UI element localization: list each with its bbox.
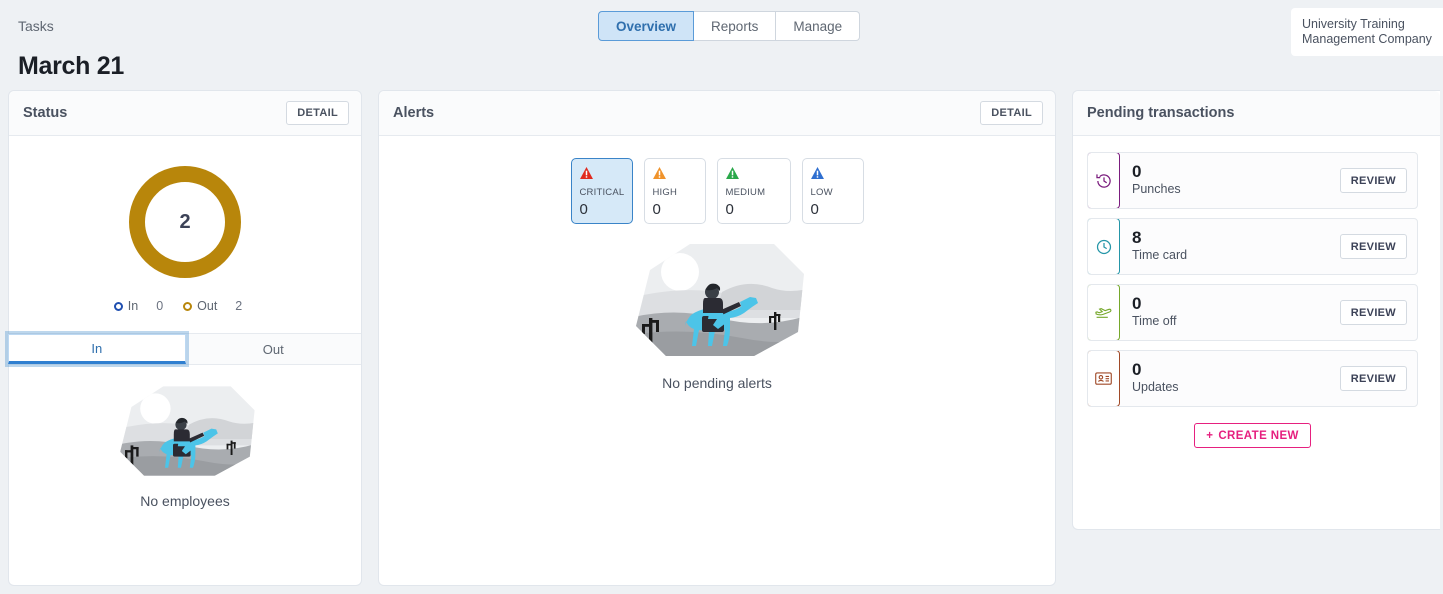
timeoff-text: 0 Time off (1120, 285, 1340, 340)
donut-center-value: 2 (179, 210, 191, 233)
legend-value-in: 0 (156, 299, 164, 313)
create-new-wrapper: + CREATE NEW (1087, 423, 1418, 448)
timeoff-review-button[interactable]: REVIEW (1339, 300, 1407, 325)
status-card-body: 2 In 0 Out 2 In Out No employees (8, 136, 362, 585)
legend-value-out: 2 (235, 299, 243, 313)
legend-dot-in-icon (113, 301, 123, 311)
severity-medium[interactable]: MEDIUM 0 (716, 158, 791, 224)
severity-low-count: 0 (810, 201, 819, 218)
alerts-card: Alerts DETAIL CRITICAL 0 HIGH 0 MEDIUM 0… (378, 90, 1056, 586)
severity-high-label: HIGH (652, 187, 678, 198)
dashboard-cards: Status DETAIL 2 In 0 Out 2 In Out No emp… (0, 90, 1443, 586)
alerts-card-body: CRITICAL 0 HIGH 0 MEDIUM 0 LOW 0 No pend… (379, 136, 1055, 585)
alerts-card-title: Alerts (393, 105, 435, 121)
updates-count: 0 (1132, 360, 1142, 379)
create-new-button[interactable]: + CREATE NEW (1194, 423, 1311, 448)
table-row[interactable]: 0 Time off REVIEW (1087, 284, 1418, 341)
legend-item-in: In (113, 299, 139, 313)
timecard-count: 8 (1132, 228, 1142, 247)
legend-dot-out-icon (183, 301, 193, 311)
severity-low[interactable]: LOW 0 (801, 158, 864, 224)
tab-overview[interactable]: Overview (598, 11, 695, 41)
status-card: Status DETAIL 2 In 0 Out 2 In Out No emp… (8, 90, 362, 586)
warning-triangle-low-icon (810, 167, 824, 179)
legend-label-out: Out (197, 299, 218, 313)
warning-triangle-high-icon (652, 167, 666, 179)
timecard-review-button[interactable]: REVIEW (1339, 234, 1407, 259)
table-row[interactable]: 0 Updates REVIEW (1087, 350, 1418, 407)
severity-medium-count: 0 (725, 201, 734, 218)
timeoff-icon-cell (1088, 285, 1120, 340)
clock-icon (1096, 239, 1111, 254)
warning-triangle-critical-icon (579, 167, 593, 179)
severity-medium-label: MEDIUM (725, 187, 766, 198)
alert-severity-filters: CRITICAL 0 HIGH 0 MEDIUM 0 LOW 0 (379, 136, 1055, 224)
status-card-title: Status (23, 105, 68, 121)
status-empty-state: No employees (9, 383, 361, 509)
severity-high[interactable]: HIGH 0 (643, 158, 706, 224)
table-row[interactable]: 8 Time card REVIEW (1087, 218, 1418, 275)
top-bar: Tasks March 21 Overview Reports Manage U… (0, 0, 1443, 80)
history-icon (1095, 173, 1111, 188)
status-donut-chart: 2 (9, 136, 361, 283)
view-tabs: Overview Reports Manage (598, 11, 861, 41)
updates-label: Updates (1132, 380, 1179, 394)
create-new-label: CREATE NEW (1218, 429, 1299, 442)
status-legend: In 0 Out 2 (9, 299, 361, 313)
page-title: March 21 (18, 52, 124, 80)
tab-reports[interactable]: Reports (694, 11, 777, 41)
airplane-icon (1095, 307, 1112, 318)
punches-icon-cell (1088, 153, 1120, 208)
status-detail-button[interactable]: DETAIL (286, 101, 349, 125)
severity-critical-label: CRITICAL (579, 187, 625, 198)
switch-tab-out[interactable]: Out (186, 334, 362, 364)
punches-label: Punches (1132, 182, 1181, 196)
punches-count: 0 (1132, 162, 1142, 181)
breadcrumb: Tasks (18, 18, 54, 34)
tab-manage[interactable]: Manage (776, 11, 861, 41)
updates-review-button[interactable]: REVIEW (1339, 366, 1407, 391)
timecard-text: 8 Time card (1120, 219, 1340, 274)
pending-card-title: Pending transactions (1087, 105, 1235, 121)
alerts-card-header: Alerts DETAIL (379, 91, 1055, 136)
timeoff-label: Time off (1132, 314, 1177, 328)
pending-rows: 0 Punches REVIEW 8 Time card REVIEW 0 Ti… (1073, 136, 1440, 448)
alerts-empty-label: No pending alerts (662, 375, 772, 391)
punches-review-button[interactable]: REVIEW (1339, 168, 1407, 193)
alerts-empty-state: No pending alerts (379, 240, 1055, 391)
alerts-detail-button[interactable]: DETAIL (980, 101, 1043, 125)
plus-icon: + (1206, 429, 1214, 442)
warning-triangle-medium-icon (725, 167, 739, 179)
pending-transactions-card: Pending transactions 0 Punches REVIEW 8 … (1072, 90, 1440, 530)
severity-low-label: LOW (810, 187, 833, 198)
timecard-label: Time card (1132, 248, 1188, 262)
status-card-header: Status DETAIL (9, 91, 361, 136)
desert-camel-illustration-icon (120, 386, 255, 476)
switch-tab-in[interactable]: In (8, 334, 186, 364)
updates-icon-cell (1088, 351, 1120, 406)
desert-camel-illustration-icon (636, 244, 804, 356)
status-empty-label: No employees (140, 493, 230, 509)
company-name-chip[interactable]: University Training Management Company (1291, 8, 1443, 56)
timeoff-count: 0 (1132, 294, 1142, 313)
severity-critical-count: 0 (579, 201, 588, 218)
timecard-icon-cell (1088, 219, 1120, 274)
severity-high-count: 0 (652, 201, 661, 218)
legend-item-out: Out (183, 299, 217, 313)
updates-text: 0 Updates (1120, 351, 1340, 406)
punches-text: 0 Punches (1120, 153, 1340, 208)
id-card-icon (1095, 372, 1112, 385)
status-in-out-switch: In Out (8, 333, 362, 365)
severity-critical[interactable]: CRITICAL 0 (570, 158, 633, 224)
legend-label-in: In (127, 299, 139, 313)
table-row[interactable]: 0 Punches REVIEW (1087, 152, 1418, 209)
pending-card-header: Pending transactions (1073, 91, 1440, 136)
